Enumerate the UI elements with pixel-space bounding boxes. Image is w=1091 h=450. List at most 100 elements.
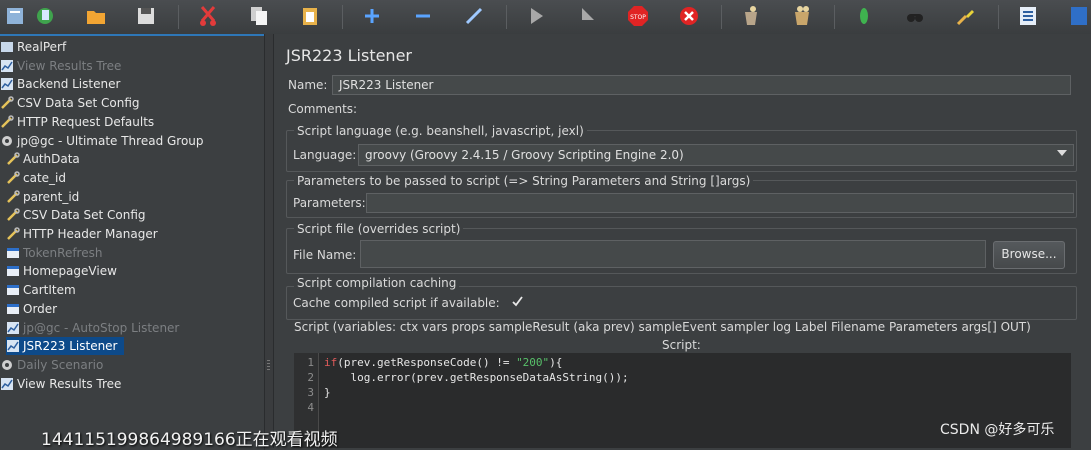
paste-icon[interactable] [298,4,322,28]
tree-node[interactable]: Daily Scenario [0,356,103,374]
tree-node[interactable]: CartItem [6,281,76,299]
config-wrench-icon [0,96,14,110]
tree-node-label: CSV Data Set Config [23,208,146,223]
tree-node[interactable]: cate_id [6,169,66,187]
config-wrench-icon [6,171,20,185]
tree-node[interactable]: AuthData [6,150,80,168]
open-folder-icon[interactable] [84,4,108,28]
comments-label: Comments: [288,102,358,116]
script-file-group-title: Script file (overrides script) [294,222,464,236]
code-line-2[interactable]: log.error(prev.getResponseDataAsString()… [324,371,628,384]
language-select[interactable]: groovy (Groovy 2.4.15 / Groovy Scripting… [358,144,1074,166]
parameters-label: Parameters: [293,196,366,210]
templates-icon[interactable] [4,4,28,28]
listener-icon [0,59,14,73]
open-recent-icon[interactable] [33,4,57,28]
file-name-field[interactable] [360,240,986,268]
tree-node[interactable]: TokenRefresh [6,244,102,262]
file-name-label: File Name: [293,248,357,262]
start-icon[interactable] [524,4,548,28]
tree-node[interactable]: View Results Tree [0,57,121,75]
expand-all-icon[interactable] [360,4,384,28]
toolbar: STOP [0,0,1091,35]
tree-node-label: jp@gc - Ultimate Thread Group [17,133,204,148]
cache-group-title: Script compilation caching [294,276,460,290]
tree-node[interactable]: JSR223 Listener [6,337,124,356]
listener-icon [0,377,14,391]
name-label: Name: [288,78,328,92]
split-pane-divider[interactable] [264,34,274,448]
tree-node-label: HTTP Request Defaults [17,114,155,129]
listener-icon [0,77,14,91]
tree-node[interactable]: Order [6,300,57,318]
parameters-field[interactable] [366,193,1074,213]
viewer-watermark: 1441151998649891​66正在观看视频 [41,430,338,450]
tree-node[interactable]: HomepageView [6,262,117,280]
tree-node-label: TokenRefresh [23,245,103,260]
language-label: Language: [293,148,357,162]
sampler-icon [6,302,20,316]
tree-node[interactable]: View Results Tree [0,375,121,393]
tree-node[interactable]: jp@gc - Ultimate Thread Group [0,132,204,150]
function-helper-icon[interactable] [1016,4,1040,28]
listener-icon [6,321,20,335]
chevron-down-icon[interactable] [1057,150,1067,156]
config-wrench-icon [6,189,20,204]
checkmark-icon [512,296,523,307]
tree-node[interactable]: CSV Data Set Config [0,94,140,112]
thread-group-gear-icon [0,134,14,148]
copy-icon[interactable] [247,4,271,28]
tree-node-label: JSR223 Listener [23,339,118,354]
sampler-icon [6,283,20,297]
stop-icon[interactable]: STOP [626,4,650,28]
tree-node-label: jp@gc - AutoStop Listener [23,320,180,335]
script-group-title: Script (variables: ctx vars props sample… [294,320,1031,334]
tree-node[interactable]: HTTP Header Manager [6,225,158,243]
clear-icon[interactable] [739,4,763,28]
shutdown-icon[interactable] [677,4,701,28]
tree-node[interactable]: CSV Data Set Config [6,206,146,224]
tree-node-label: parent_id [23,189,80,204]
cut-icon[interactable] [196,4,220,28]
code-line-3[interactable]: } [324,386,331,399]
code-text: (prev.getResponseCode() != [337,356,517,369]
line-number: 4 [307,401,314,414]
tree-node[interactable]: Backend Listener [0,75,120,93]
clear-all-icon[interactable] [790,4,814,28]
tree-node[interactable]: parent_id [6,188,79,206]
tree-node[interactable]: jp@gc - AutoStop Listener [6,319,179,337]
save-icon[interactable] [134,4,158,28]
search-icon[interactable] [852,4,876,28]
code-string: "200" [516,356,550,369]
code-line-1[interactable]: if(prev.getResponseCode() != "200"){ [324,356,562,369]
parameters-group-title: Parameters to be passed to script (=> St… [294,174,754,188]
toggle-icon[interactable] [462,4,486,28]
reset-search-icon[interactable] [903,4,927,28]
script-header: Script: [662,338,701,352]
cache-checkbox[interactable] [511,295,524,308]
name-field[interactable]: JSR223 Listener [332,75,1071,95]
language-select-value: groovy (Groovy 2.4.15 / Groovy Scripting… [365,148,684,162]
config-wrench-icon [6,152,20,166]
sampler-icon [6,264,20,278]
config-wrench-icon [0,115,14,129]
panel-title: JSR223 Listener [286,46,412,65]
tree-node-label: CSV Data Set Config [17,96,140,111]
browse-button[interactable]: Browse... [993,241,1065,269]
tree-node[interactable]: HTTP Request Defaults [0,113,154,131]
tree-node[interactable]: RealPerf [0,38,66,56]
help-icon[interactable] [1067,4,1091,28]
tree-node-label: cate_id [23,170,66,185]
divider-grip[interactable] [267,360,270,370]
collapse-all-icon[interactable] [411,4,435,28]
start-no-timers-icon[interactable] [575,4,599,28]
sampler-icon [6,246,20,260]
cache-label: Cache compiled script if available: [293,296,500,310]
tree-node-label: HomepageView [23,264,117,279]
listener-icon [6,339,20,353]
line-number: 1 [307,356,314,369]
broom-icon[interactable] [954,4,978,28]
tree-node-label: Backend Listener [17,77,121,92]
test-plan-tree[interactable]: RealPerf View Results Tree Backend Listene… [0,34,265,450]
tree-node-label: AuthData [23,152,80,167]
